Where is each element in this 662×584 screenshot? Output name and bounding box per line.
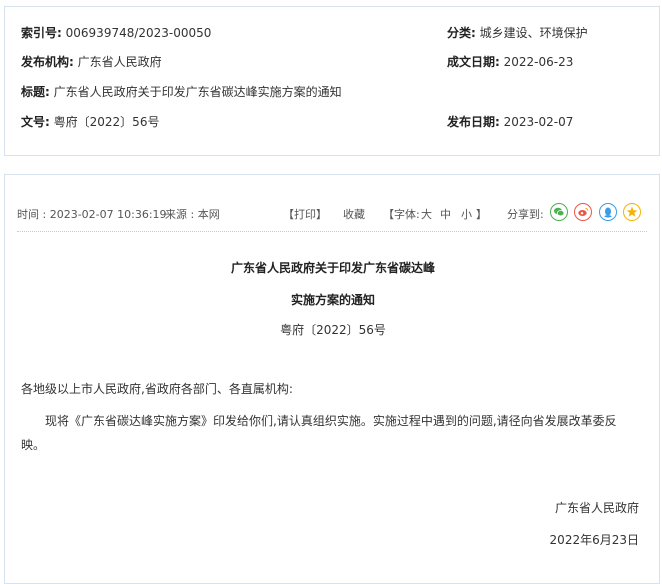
index-number-label: 索引号: [21,26,62,40]
category-label: 分类: [447,26,476,40]
print-link[interactable]: 【打印】 [283,206,327,222]
index-number-value: 006939748/2023-00050 [65,26,212,40]
doc-number-value: 粤府〔2022〕56号 [53,115,160,129]
written-date-row: 成文日期: 2022-06-23 [447,54,573,70]
salutation: 各地级以上市人民政府,省政府各部门、各直属机构: [21,382,293,396]
publish-date-label: 发布日期: [447,115,500,129]
signature-organization: 广东省人民政府 [554,501,639,515]
qq-icon [604,207,612,218]
weibo-share-icon[interactable] [574,203,592,221]
issuer-label: 发布机构: [21,55,74,69]
paragraph-line-1: 现将《广东省碳达峰实施方案》印发给你们,请认真组织实施。实施过程中遇到的问题,请… [45,414,617,428]
favorite-link[interactable]: 收藏 [343,206,365,222]
doc-number-row: 文号: 粤府〔2022〕56号 [21,114,159,130]
font-size-prefix: 【字体: [383,208,420,221]
document-metadata-panel: 索引号: 006939748/2023-00050 分类: 城乡建设、环境保护 … [4,6,660,156]
title-label: 标题: [21,85,50,99]
wechat-share-icon[interactable] [550,203,568,221]
font-large-link[interactable]: 大 [421,206,432,222]
qq-share-icon[interactable] [599,203,617,221]
paragraph-line-2: 映。 [21,438,46,452]
article-panel: 时间 : 2023-02-07 10:36:19 来源 : 本网 【打印】 收藏… [4,174,660,584]
article-title-line-1: 广东省人民政府关于印发广东省碳达峰 [230,261,435,275]
qzone-share-icon[interactable] [623,203,641,221]
category-row: 分类: 城乡建设、环境保护 [447,25,588,41]
toolbar-divider [17,231,647,232]
publish-date-value: 2023-02-07 [503,115,574,129]
title-value: 广东省人民政府关于印发广东省碳达峰实施方案的通知 [53,85,342,99]
signature-date: 2022年6月23日 [549,533,639,547]
issuer-value: 广东省人民政府 [77,55,162,69]
index-number-row: 索引号: 006939748/2023-00050 [21,25,211,41]
wechat-icon [554,207,565,217]
share-label: 分享到: [507,208,544,221]
article-toolbar: 时间 : 2023-02-07 10:36:19 来源 : 本网 【打印】 收藏… [17,203,647,223]
article-doc-number: 粤府〔2022〕56号 [280,323,386,337]
title-row: 标题: 广东省人民政府关于印发广东省碳达峰实施方案的通知 [21,84,342,100]
font-size-suffix: 】 [476,208,487,221]
issuer-row: 发布机构: 广东省人民政府 [21,54,162,70]
weibo-icon [578,207,589,216]
category-value: 城乡建设、环境保护 [479,26,588,40]
font-small-link[interactable]: 小 [461,206,472,222]
publish-time: 时间 : 2023-02-07 10:36:19 [17,208,167,221]
publish-date-row: 发布日期: 2023-02-07 [447,114,573,130]
article-title-line-2: 实施方案的通知 [290,293,375,307]
written-date-value: 2022-06-23 [503,55,574,69]
font-medium-link[interactable]: 中 [440,206,451,222]
written-date-label: 成文日期: [447,55,500,69]
star-icon [626,206,638,217]
source: 来源 : 本网 [165,208,220,221]
doc-number-label: 文号: [21,115,50,129]
